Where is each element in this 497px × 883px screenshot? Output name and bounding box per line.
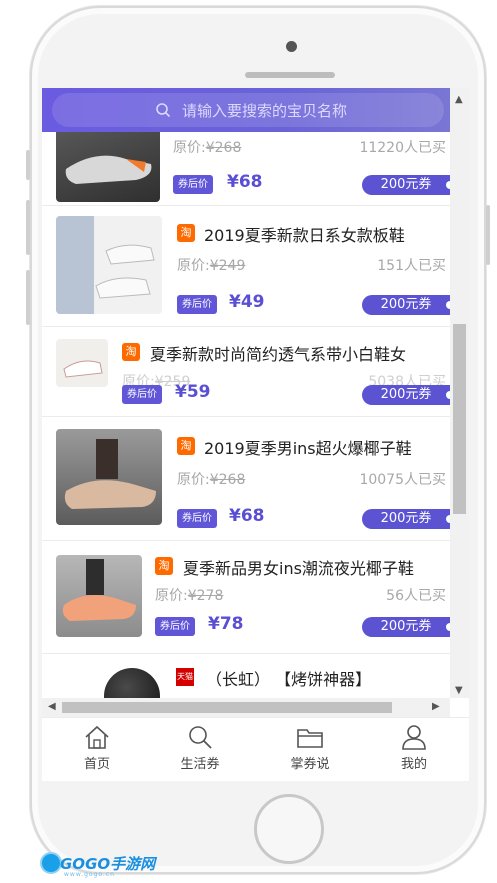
original-price: 原价:¥249 bbox=[177, 258, 246, 274]
product-title[interactable]: 2019夏季男ins超火爆椰子鞋 bbox=[204, 435, 412, 459]
coupon-price: ¥68 bbox=[227, 172, 263, 192]
list-item[interactable]: 天猫 （长虹） 【烤饼神器】 bbox=[42, 654, 450, 698]
product-thumbnail[interactable] bbox=[56, 339, 108, 387]
scroll-down-arrow-icon[interactable]: ▼ bbox=[455, 685, 463, 696]
home-icon bbox=[85, 725, 109, 749]
after-coupon-label: 券后价 bbox=[155, 617, 195, 636]
search-input[interactable]: 请输入要搜索的宝贝名称 bbox=[52, 93, 444, 127]
original-price: 原价:¥278 bbox=[155, 588, 224, 604]
coupon-badge[interactable]: 200元券 bbox=[362, 509, 450, 529]
home-button[interactable] bbox=[254, 794, 324, 864]
vertical-scroll-thumb[interactable] bbox=[453, 324, 466, 514]
app-screen: 原价:¥268 11220人已买 券后价 ¥68 200元券 淘 2019夏季新… bbox=[42, 88, 469, 781]
list-item[interactable]: 淘 夏季新品男女ins潮流夜光椰子鞋 原价:¥278 56人已买 券后价 ¥78… bbox=[42, 541, 450, 654]
user-icon bbox=[402, 725, 426, 750]
earpiece-speaker bbox=[245, 72, 335, 78]
original-price: 原价:¥268 bbox=[173, 140, 242, 156]
search-icon bbox=[189, 726, 212, 749]
list-item[interactable]: 淘 2019夏季男ins超火爆椰子鞋 原价:¥268 10075人已买 券后价 … bbox=[42, 417, 450, 541]
folder-icon bbox=[297, 729, 323, 748]
horizontal-scroll-thumb[interactable] bbox=[62, 702, 392, 713]
tab-label: 首页 bbox=[83, 757, 110, 772]
sold-count: 11220人已买 bbox=[359, 140, 446, 156]
after-coupon-label: 券后价 bbox=[122, 385, 162, 404]
product-thumbnail[interactable] bbox=[104, 668, 160, 698]
sold-count: 56人已买 bbox=[386, 588, 446, 604]
original-price: 原价:¥268 bbox=[177, 472, 246, 488]
after-coupon-label: 券后价 bbox=[173, 175, 213, 194]
tab-mine[interactable]: 我的 bbox=[374, 724, 454, 772]
tab-home[interactable]: 首页 bbox=[57, 724, 137, 772]
vertical-scrollbar[interactable]: ▲ ▼ bbox=[450, 88, 469, 698]
tmall-badge: 天猫 bbox=[176, 668, 194, 686]
power-button bbox=[486, 205, 490, 265]
tab-label: 我的 bbox=[400, 757, 427, 772]
coupon-price: ¥68 bbox=[229, 506, 265, 526]
tab-life-coupon[interactable]: 生活券 bbox=[160, 724, 240, 772]
list-item[interactable]: 淘 2019夏季新款日系女款板鞋 原价:¥249 151人已买 券后价 ¥49 … bbox=[42, 206, 450, 327]
mute-switch bbox=[26, 150, 30, 180]
search-header: 请输入要搜索的宝贝名称 bbox=[42, 88, 450, 132]
scroll-up-arrow-icon[interactable]: ▲ bbox=[455, 94, 463, 105]
list-item[interactable]: 原价:¥268 11220人已买 券后价 ¥68 200元券 bbox=[42, 132, 450, 206]
coupon-badge[interactable]: 200元券 bbox=[362, 175, 450, 195]
coupon-badge[interactable]: 200元券 bbox=[362, 295, 450, 315]
product-thumbnail[interactable] bbox=[56, 555, 142, 637]
product-thumbnail[interactable] bbox=[56, 429, 162, 525]
coupon-price: ¥59 bbox=[175, 382, 211, 402]
tab-label: 掌券说 bbox=[290, 757, 330, 772]
after-coupon-label: 券后价 bbox=[177, 509, 217, 528]
product-thumbnail[interactable] bbox=[56, 216, 162, 314]
scroll-right-arrow-icon[interactable]: ▶ bbox=[432, 701, 440, 712]
product-thumbnail[interactable] bbox=[56, 132, 160, 202]
after-coupon-label: 券后价 bbox=[177, 295, 217, 314]
taobao-badge: 淘 bbox=[155, 557, 173, 575]
tab-label: 生活券 bbox=[180, 757, 220, 772]
taobao-badge: 淘 bbox=[177, 437, 195, 455]
product-title[interactable]: 夏季新款时尚简约透气系带小白鞋女 bbox=[150, 341, 406, 365]
search-icon bbox=[156, 103, 171, 118]
scroll-left-arrow-icon[interactable]: ◀ bbox=[48, 701, 56, 712]
coupon-badge[interactable]: 200元券 bbox=[362, 385, 450, 405]
product-title[interactable]: 夏季新品男女ins潮流夜光椰子鞋 bbox=[183, 555, 414, 579]
front-camera bbox=[286, 41, 297, 52]
coupon-price: ¥78 bbox=[208, 614, 244, 634]
watermark-subtext: www.gogo.cn bbox=[64, 871, 115, 878]
taobao-badge: 淘 bbox=[122, 343, 140, 361]
coupon-price: ¥49 bbox=[229, 292, 265, 312]
bottom-tab-bar: 首页 生活券 掌券说 我的 bbox=[42, 717, 469, 781]
tab-coupon-talk[interactable]: 掌券说 bbox=[270, 724, 350, 772]
coupon-badge[interactable]: 200元券 bbox=[362, 617, 450, 637]
product-title[interactable]: （长虹） 【烤饼神器】 bbox=[206, 666, 371, 690]
taobao-badge: 淘 bbox=[177, 224, 195, 242]
logo-mark-icon bbox=[40, 852, 62, 874]
volume-up-button bbox=[26, 200, 30, 255]
sold-count: 10075人已买 bbox=[359, 472, 446, 488]
sold-count: 151人已买 bbox=[377, 258, 446, 274]
list-item[interactable]: 淘 夏季新款时尚简约透气系带小白鞋女 原价:¥259 5038人已买 券后价 ¥… bbox=[42, 327, 450, 417]
search-placeholder: 请输入要搜索的宝贝名称 bbox=[182, 102, 348, 120]
product-title[interactable]: 2019夏季新款日系女款板鞋 bbox=[204, 222, 405, 246]
horizontal-scrollbar[interactable]: ◀ ▶ bbox=[42, 698, 450, 717]
product-list[interactable]: 原价:¥268 11220人已买 券后价 ¥68 200元券 淘 2019夏季新… bbox=[42, 132, 450, 698]
volume-down-button bbox=[26, 270, 30, 325]
